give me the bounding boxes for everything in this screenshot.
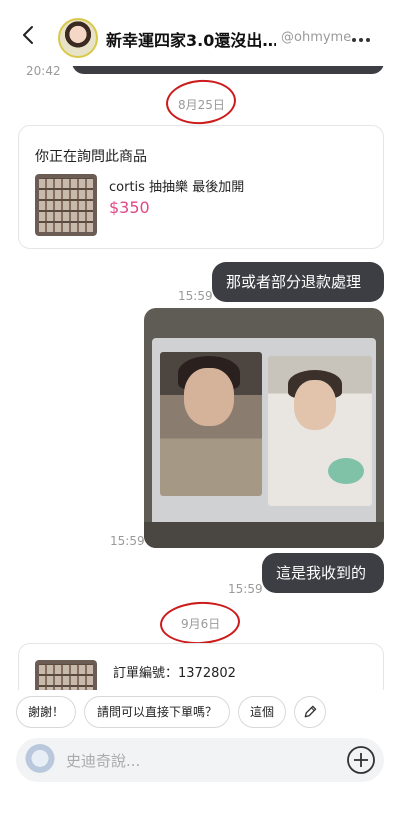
seller-avatar[interactable] — [58, 18, 98, 58]
add-attachment-icon[interactable] — [346, 745, 376, 775]
red-annotation-circle — [164, 77, 238, 127]
quick-reply-chip[interactable]: 請問可以直接下單嗎？ — [84, 696, 230, 728]
message-input-bar[interactable]: 史迪奇說... — [16, 738, 384, 782]
seller-name[interactable]: 新幸運四家3.0還沒出… — [106, 27, 276, 51]
product-thumbnail[interactable] — [35, 174, 97, 236]
quick-reply-chip[interactable]: 這個 — [238, 696, 286, 728]
order-number: 訂單編號：1372802 — [113, 666, 236, 681]
edit-pencil-icon[interactable] — [294, 696, 326, 728]
photo-message[interactable] — [144, 308, 384, 548]
chat-header: 新幸運四家3.0還沒出… @ohmyme — [0, 0, 400, 66]
red-annotation-circle — [158, 599, 242, 647]
message-time: 15:59 — [178, 289, 213, 303]
seller-handle: @ohmyme — [281, 30, 352, 45]
product-name: cortis 抽抽樂 最後加開 — [109, 180, 245, 195]
user-avatar — [24, 744, 56, 776]
previous-message-time: 20:42 — [26, 64, 61, 78]
message-input[interactable]: 史迪奇說... — [66, 750, 140, 771]
message-time: 15:59 — [228, 582, 263, 596]
more-options-icon[interactable] — [352, 38, 370, 42]
message-bubble[interactable]: 那或者部分退款處理 — [212, 262, 384, 302]
message-bubble[interactable]: 這是我收到的 — [262, 553, 384, 593]
quick-reply-bar: 謝謝！ 請問可以直接下單嗎？ 這個 — [0, 690, 400, 738]
message-time: 15:59 — [110, 534, 145, 548]
product-inquiry-card[interactable]: 你正在詢問此商品 cortis 抽抽樂 最後加開 $350 — [18, 125, 384, 249]
inquiry-title: 你正在詢問此商品 — [35, 149, 147, 165]
product-price: $350 — [109, 198, 150, 217]
back-arrow-icon[interactable] — [18, 24, 40, 46]
quick-reply-chip[interactable]: 謝謝！ — [16, 696, 76, 728]
